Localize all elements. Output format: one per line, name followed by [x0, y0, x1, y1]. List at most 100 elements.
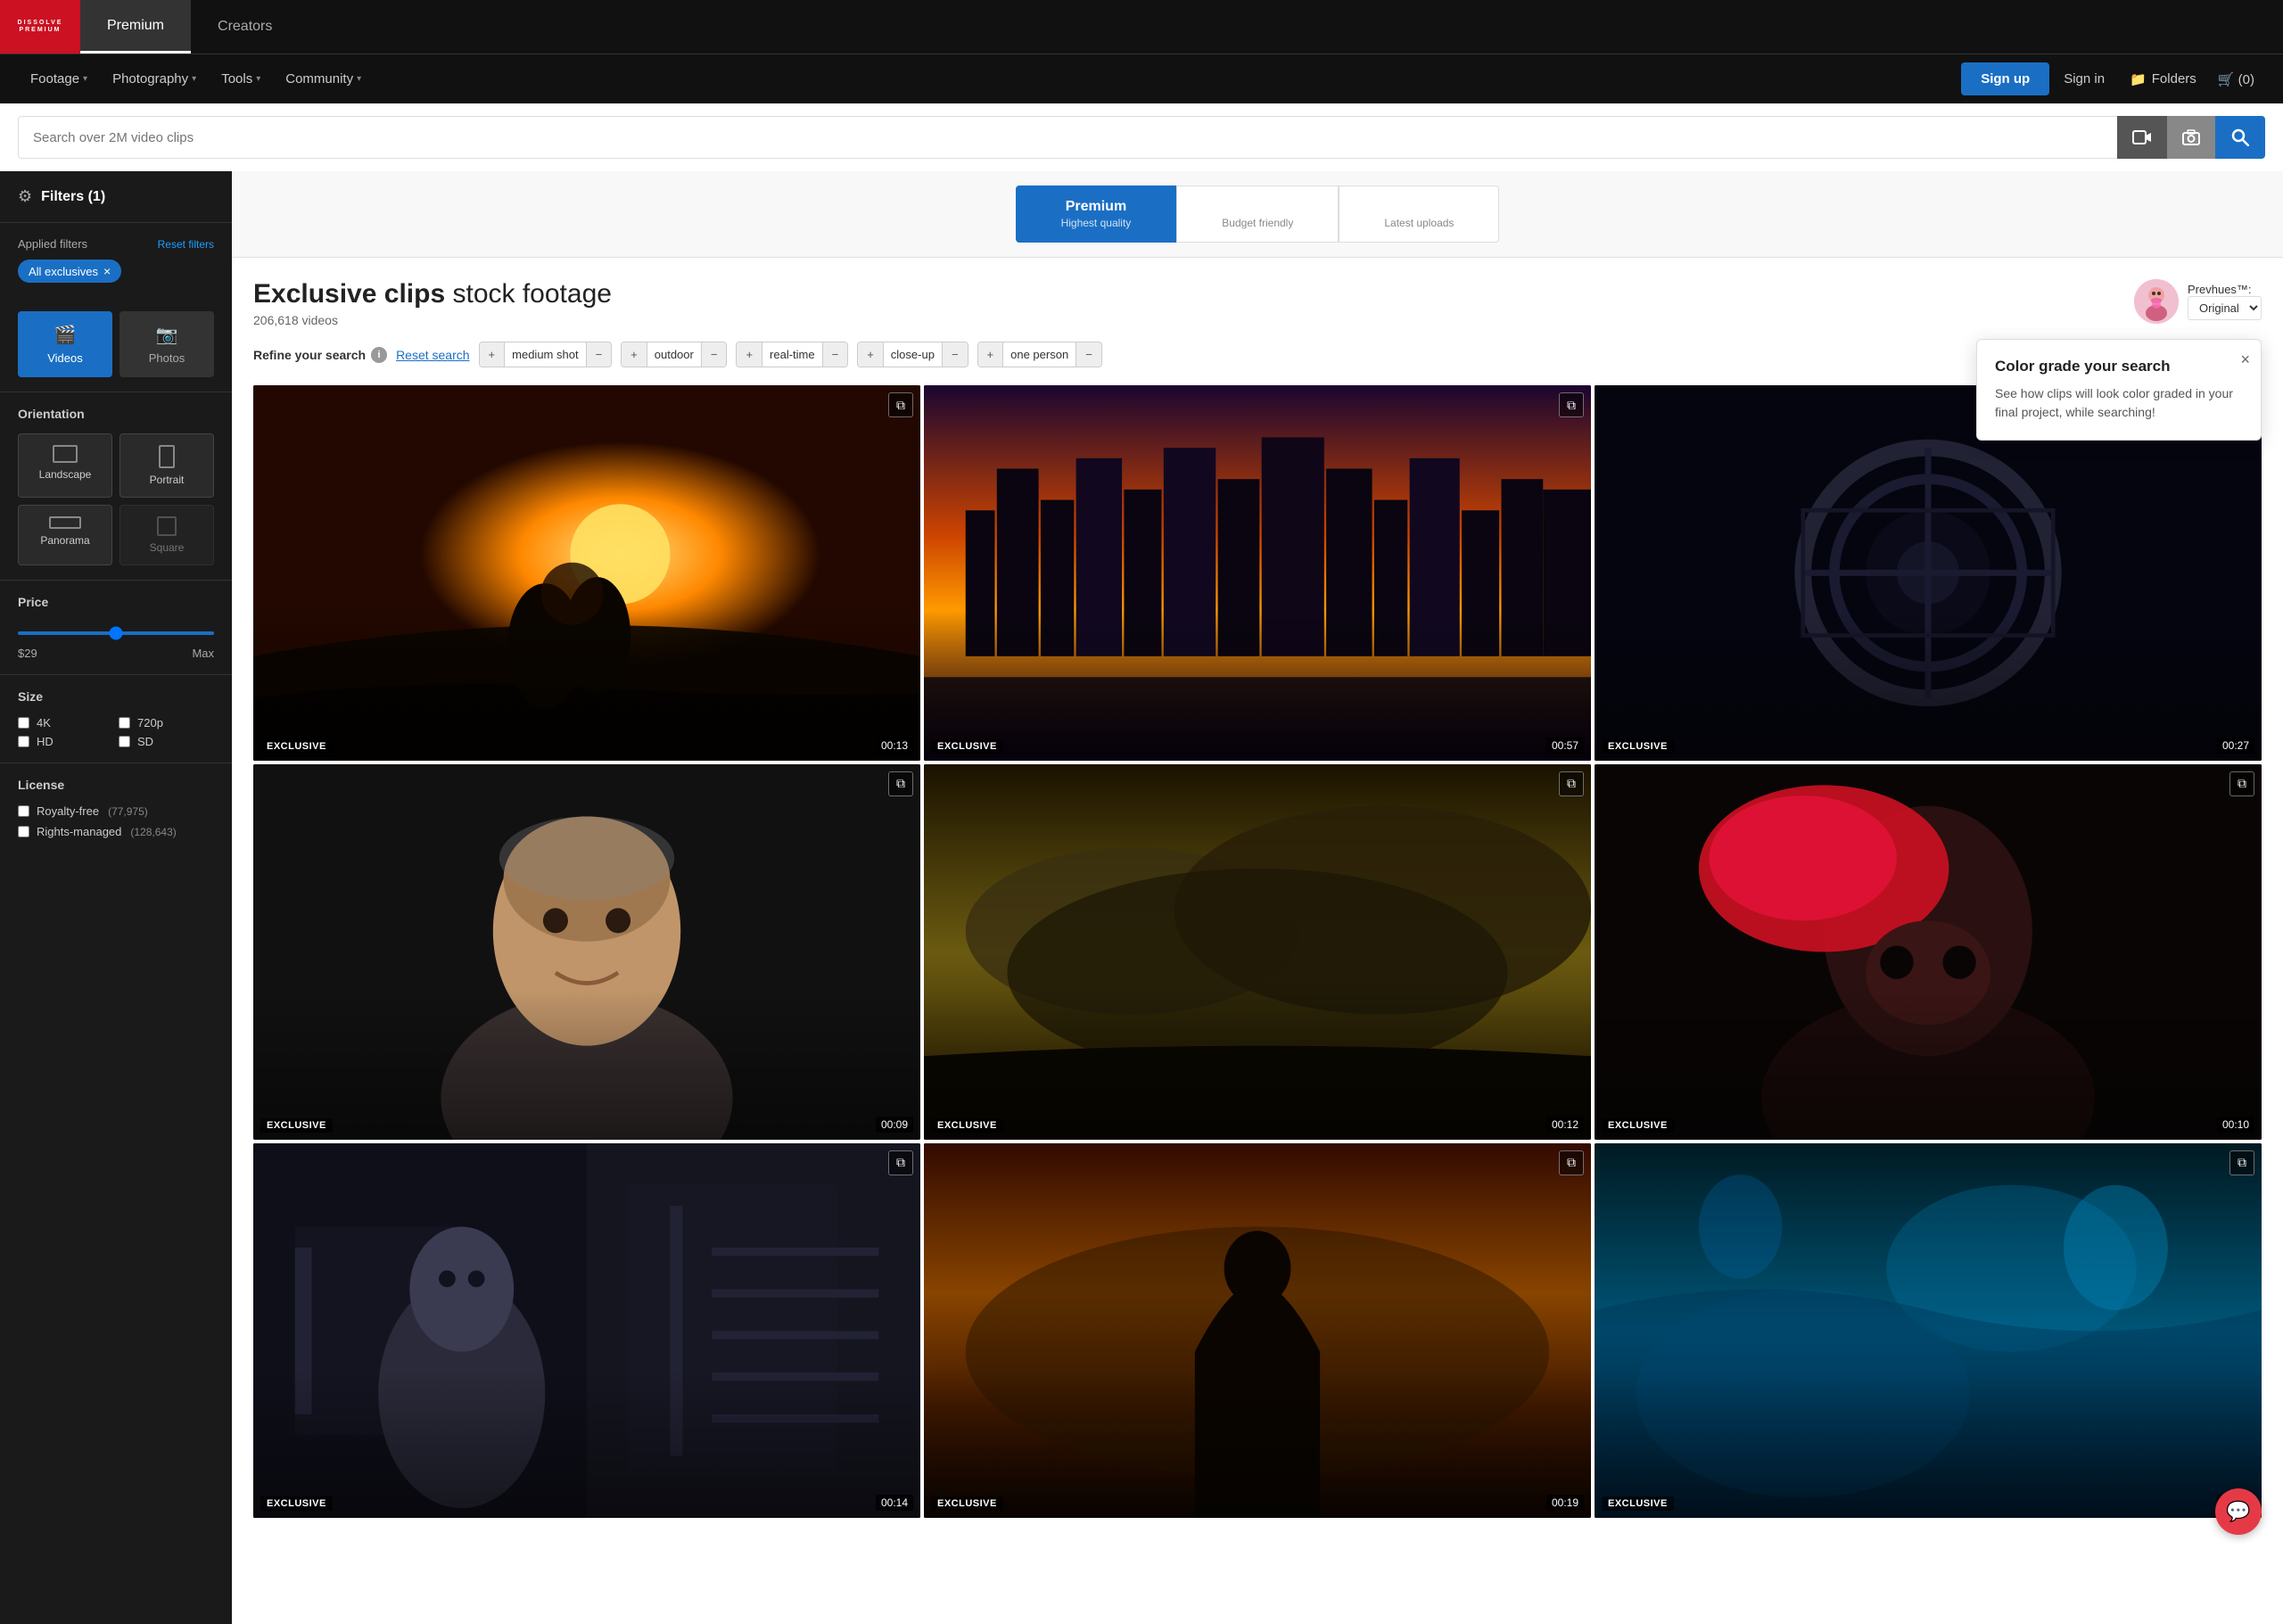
duration-7: 00:14 — [876, 1495, 913, 1511]
price-range: $29 Max — [18, 623, 214, 660]
video-icon: 🎬 — [54, 324, 77, 346]
thumb-gradient — [924, 989, 1591, 1139]
tab-creators[interactable]: Creators — [191, 0, 299, 54]
portrait-icon — [159, 445, 175, 468]
tag-close-up-remove[interactable]: − — [942, 342, 968, 367]
quality-tabs: Premium Highest quality Value Budget fri… — [232, 171, 2283, 258]
popup-body: See how clips will look color graded in … — [1995, 384, 2243, 422]
results-title: Exclusive clips stock footage — [253, 279, 612, 309]
license-rights-managed[interactable]: Rights-managed (128,643) — [18, 825, 214, 838]
video-card-3[interactable]: ⧉ EXCLUSIVE 00:27 — [1595, 385, 2262, 761]
size-4k[interactable]: 4K — [18, 716, 113, 730]
info-icon[interactable]: i — [371, 347, 387, 363]
landscape-icon — [53, 445, 78, 463]
reset-search-button[interactable]: Reset search — [396, 348, 469, 362]
thumb-gradient — [253, 610, 920, 760]
tab-fresh[interactable]: Fresh Latest uploads — [1339, 185, 1499, 243]
video-card-9[interactable]: ⧉ EXCLUSIVE 00:22 — [1595, 1143, 2262, 1519]
portrait-button[interactable]: Portrait — [120, 433, 214, 498]
copy-button-7[interactable]: ⧉ — [888, 1150, 913, 1175]
signup-button[interactable]: Sign up — [1961, 62, 2049, 95]
copy-button-9[interactable]: ⧉ — [2229, 1150, 2254, 1175]
tab-premium[interactable]: Premium Highest quality — [1016, 185, 1177, 243]
chat-bubble[interactable]: 💬 — [2215, 1488, 2262, 1535]
tag-outdoor-add[interactable]: + — [622, 342, 647, 367]
tag-medium-shot: + medium shot − — [479, 342, 613, 367]
main-nav: Footage ▾ Photography ▾ Tools ▾ Communit… — [0, 54, 2283, 103]
price-labels: $29 Max — [18, 647, 214, 660]
square-button[interactable]: Square — [120, 505, 214, 565]
landscape-button[interactable]: Landscape — [18, 433, 112, 498]
popup-close-button[interactable]: × — [2240, 350, 2250, 369]
video-card-2[interactable]: ⧉ EXCLUSIVE 00:57 — [924, 385, 1591, 761]
photo-icon: 📷 — [156, 324, 178, 346]
nav-community[interactable]: Community ▾ — [273, 71, 374, 87]
tab-value[interactable]: Value Budget friendly — [1176, 185, 1339, 243]
panorama-button[interactable]: Panorama — [18, 505, 112, 565]
chevron-down-icon: ▾ — [83, 74, 87, 84]
popup-title: Color grade your search — [1995, 358, 2243, 375]
tag-medium-shot-add[interactable]: + — [480, 342, 506, 367]
remove-filter-button[interactable]: × — [103, 264, 111, 278]
color-grade-select[interactable]: Original — [2188, 296, 2262, 320]
copy-button-2[interactable]: ⧉ — [1559, 392, 1584, 417]
square-icon — [157, 516, 177, 536]
search-button[interactable] — [2215, 116, 2265, 159]
tag-close-up-add[interactable]: + — [858, 342, 884, 367]
cart-button[interactable]: 🛒 (0) — [2207, 71, 2265, 87]
copy-button-8[interactable]: ⧉ — [1559, 1150, 1584, 1175]
thumb-gradient — [1595, 610, 2262, 760]
license-royalty-free[interactable]: Royalty-free (77,975) — [18, 804, 214, 818]
nav-photography[interactable]: Photography ▾ — [100, 71, 209, 87]
tag-one-person-add[interactable]: + — [978, 342, 1004, 367]
color-grade-popup: × Color grade your search See how clips … — [1976, 339, 2262, 441]
video-card-8[interactable]: ⧉ EXCLUSIVE 00:19 — [924, 1143, 1591, 1519]
duration-1: 00:13 — [876, 738, 913, 754]
video-card-1[interactable]: ⧉ EXCLUSIVE 00:13 — [253, 385, 920, 761]
refine-section: Refine your search i Reset search + medi… — [232, 327, 2283, 382]
content-area: Premium Highest quality Value Budget fri… — [232, 171, 2283, 1624]
size-720p[interactable]: 720p — [119, 716, 214, 730]
thumb-gradient — [253, 989, 920, 1139]
tab-premium[interactable]: Premium — [80, 0, 191, 54]
search-input[interactable] — [18, 116, 2117, 159]
exclusive-badge-2: EXCLUSIVE — [931, 739, 1003, 754]
size-sd[interactable]: SD — [119, 735, 214, 748]
filters-header: ⚙ Filters (1) — [0, 171, 232, 223]
copy-button-6[interactable]: ⧉ — [2229, 771, 2254, 796]
cart-icon: 🛒 — [2218, 72, 2235, 87]
search-bar — [0, 103, 2283, 171]
video-search-icon[interactable] — [2117, 116, 2167, 159]
videos-button[interactable]: 🎬 Videos — [18, 311, 112, 377]
tag-outdoor-remove[interactable]: − — [701, 342, 727, 367]
copy-button-1[interactable]: ⧉ — [888, 392, 913, 417]
duration-6: 00:10 — [2217, 1117, 2254, 1133]
results-count: 206,618 videos — [253, 313, 612, 327]
folders-button[interactable]: 📁 Folders — [2119, 71, 2207, 87]
video-card-5[interactable]: ⧉ EXCLUSIVE 00:12 — [924, 764, 1591, 1140]
tag-one-person-remove[interactable]: − — [1076, 342, 1101, 367]
video-card-4[interactable]: ⧉ EXCLUSIVE 00:09 — [253, 764, 920, 1140]
orientation-title: Orientation — [18, 407, 214, 421]
price-slider[interactable] — [18, 631, 214, 635]
copy-button-5[interactable]: ⧉ — [1559, 771, 1584, 796]
logo[interactable]: DISSOLVE PREMIUM — [0, 0, 80, 54]
tag-medium-shot-remove[interactable]: − — [586, 342, 612, 367]
copy-button-4[interactable]: ⧉ — [888, 771, 913, 796]
nav-footage[interactable]: Footage ▾ — [18, 71, 100, 87]
reset-filters-button[interactable]: Reset filters — [158, 238, 214, 251]
license-section: License Royalty-free (77,975) Rights-man… — [0, 763, 232, 853]
size-hd[interactable]: HD — [18, 735, 113, 748]
duration-5: 00:12 — [1546, 1117, 1584, 1133]
signin-button[interactable]: Sign in — [2049, 71, 2119, 87]
size-section: Size 4K 720p HD SD — [0, 674, 232, 763]
video-card-7[interactable]: ⧉ EXCLUSIVE 00:14 — [253, 1143, 920, 1519]
photos-button[interactable]: 📷 Photos — [120, 311, 214, 377]
chevron-down-icon: ▾ — [192, 74, 196, 84]
photo-search-icon[interactable] — [2167, 116, 2215, 159]
price-slider-wrap — [18, 623, 214, 639]
tag-real-time-add[interactable]: + — [737, 342, 762, 367]
nav-tools[interactable]: Tools ▾ — [209, 71, 273, 87]
video-card-6[interactable]: ⧉ EXCLUSIVE 00:10 — [1595, 764, 2262, 1140]
tag-real-time-remove[interactable]: − — [822, 342, 848, 367]
